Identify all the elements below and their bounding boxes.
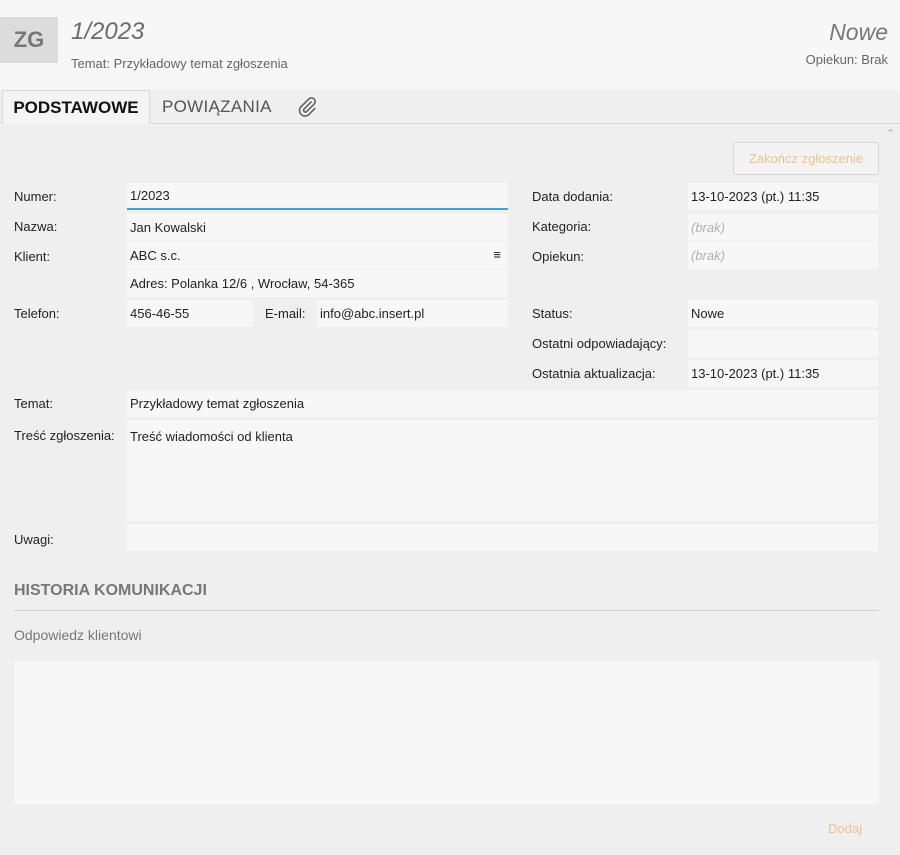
ticket-owner: Opiekun: Brak bbox=[805, 52, 888, 67]
content-label: Treść zgłoszenia: bbox=[14, 428, 115, 443]
client-value: ABC s.c. bbox=[130, 248, 181, 263]
email-label: E-mail: bbox=[265, 306, 306, 321]
ticket-type-badge: ZG bbox=[0, 17, 58, 63]
last-update-field: 13-10-2023 (pt.) 11:35 bbox=[688, 360, 878, 387]
status-label: Status: bbox=[532, 306, 573, 321]
ticket-number: 1/2023 bbox=[71, 18, 145, 45]
ticket-header: ZG 1/2023 Temat: Przykładowy temat zgłos… bbox=[0, 0, 900, 90]
phone-label: Telefon: bbox=[14, 306, 60, 321]
finish-ticket-button[interactable]: Zakończ zgłoszenie bbox=[733, 142, 879, 175]
tab-bar: PODSTAWOWE POWIĄZANIA bbox=[0, 90, 900, 124]
client-label: Klient: bbox=[14, 249, 51, 264]
history-divider bbox=[14, 610, 879, 611]
client-address: Adres: Polanka 12/6 , Wrocław, 54-365 bbox=[127, 270, 508, 297]
date-added-label: Data dodania: bbox=[532, 189, 613, 204]
notes-field[interactable] bbox=[127, 524, 878, 551]
client-field[interactable]: ABC s.c. ≡ bbox=[127, 242, 508, 269]
caretaker-field[interactable]: (brak) bbox=[688, 242, 878, 269]
ticket-status: Nowe bbox=[829, 19, 888, 45]
category-label: Kategoria: bbox=[532, 219, 592, 234]
add-reply-button[interactable]: Dodaj bbox=[828, 821, 862, 836]
history-title: HISTORIA KOMUNIKACJI bbox=[14, 582, 207, 599]
last-responder-label: Ostatni odpowiadający: bbox=[532, 336, 667, 351]
name-label: Nazwa: bbox=[14, 219, 58, 234]
menu-icon[interactable]: ≡ bbox=[493, 247, 501, 262]
last-update-label: Ostatnia aktualizacja: bbox=[532, 366, 656, 381]
number-field[interactable]: 1/2023 bbox=[127, 183, 508, 210]
tab-relations[interactable]: POWIĄZANIA bbox=[150, 90, 284, 124]
paperclip-icon bbox=[298, 97, 316, 117]
reply-label: Odpowiedz klientowi bbox=[14, 627, 142, 643]
email-field[interactable]: info@abc.insert.pl bbox=[317, 300, 508, 327]
ticket-subject: Temat: Przykładowy temat zgłoszenia bbox=[71, 56, 288, 71]
name-field[interactable]: Jan Kowalski bbox=[127, 214, 508, 241]
notes-label: Uwagi: bbox=[14, 532, 54, 547]
date-added-field: 13-10-2023 (pt.) 11:35 bbox=[688, 183, 878, 210]
subject-label: Temat: bbox=[14, 396, 54, 411]
chevron-up-icon[interactable]: ⌃ bbox=[886, 127, 895, 140]
phone-field[interactable]: 456-46-55 bbox=[127, 300, 253, 327]
status-field[interactable]: Nowe bbox=[688, 300, 878, 327]
number-label: Numer: bbox=[14, 189, 57, 204]
reply-textarea[interactable] bbox=[14, 661, 879, 804]
caretaker-label: Opiekun: bbox=[532, 249, 585, 264]
content-field[interactable]: Treść wiadomości od klienta bbox=[127, 420, 878, 521]
last-responder-field bbox=[688, 330, 878, 357]
category-field[interactable]: (brak) bbox=[688, 214, 878, 241]
tab-attachments[interactable] bbox=[284, 90, 330, 124]
tab-basic[interactable]: PODSTAWOWE bbox=[2, 90, 150, 124]
subject-field[interactable]: Przykładowy temat zgłoszenia bbox=[127, 390, 878, 417]
